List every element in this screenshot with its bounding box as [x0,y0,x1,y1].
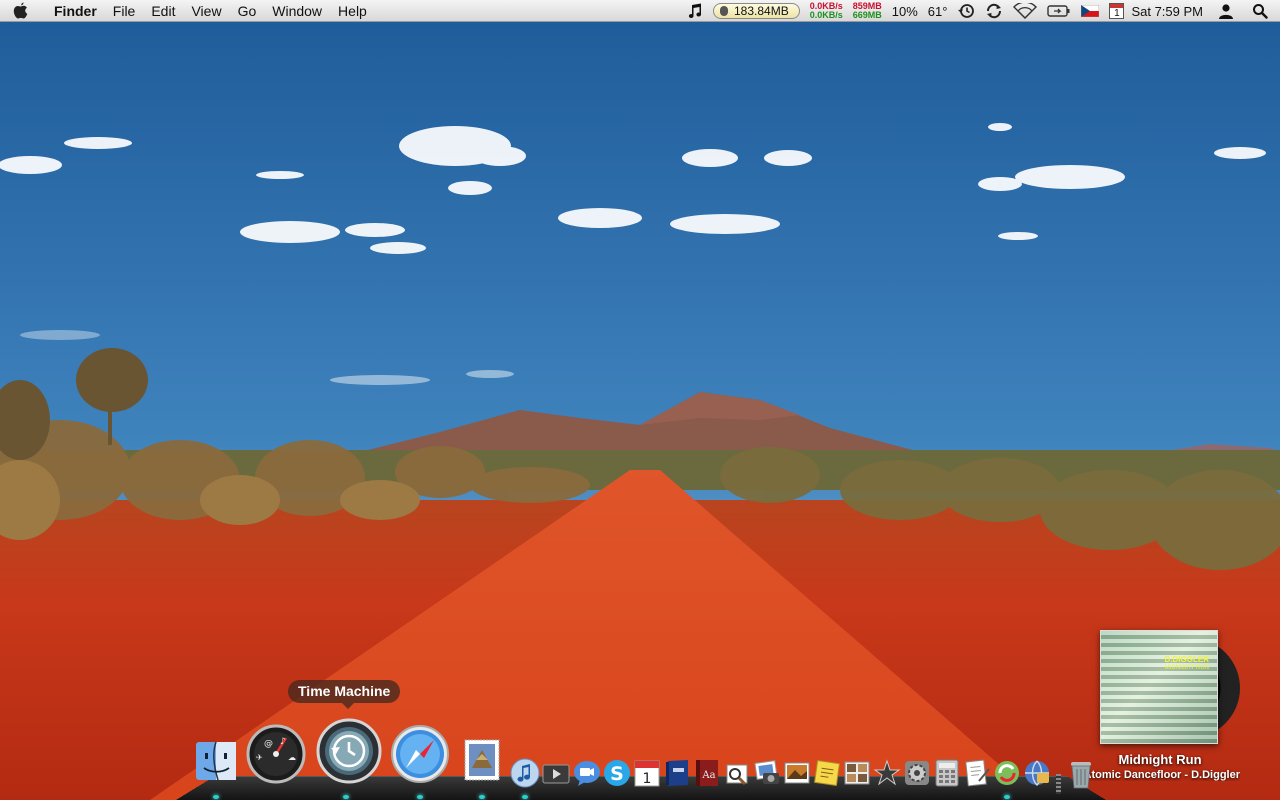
calendar-icon[interactable]: 1 [1104,0,1126,22]
running-indicator-finder [213,795,219,799]
mail-icon[interactable] [460,738,504,782]
network-icon[interactable] [1023,758,1051,788]
memory-usage-status[interactable]: 859MB 669MB [848,0,887,22]
finder-icon[interactable] [194,740,238,782]
mem-free: 669MB [852,10,882,20]
menu-edit[interactable]: Edit [143,0,183,22]
svg-text:✈: ✈ [256,753,263,762]
sync-icon[interactable] [993,758,1021,788]
menu-app-finder[interactable]: Finder [40,0,105,22]
apple-menu-icon[interactable] [0,0,40,22]
calendar-day: 1 [1114,8,1120,19]
image-capture-icon[interactable] [783,758,811,788]
dashboard-icon[interactable]: @ ♪ ✈ ☁ [246,724,306,784]
skype-icon[interactable]: S [603,758,631,788]
svg-text:@: @ [264,739,273,749]
menu-go[interactable]: Go [230,0,265,22]
ical-icon[interactable]: 1 [633,758,661,788]
svg-text:♪: ♪ [280,737,286,747]
memory-value: 183.84MB [734,4,789,18]
user-icon[interactable] [1208,0,1244,22]
svg-text:1: 1 [643,771,652,787]
input-language-flag-icon[interactable] [1076,0,1104,22]
track-artist: Atomic Dancefloor - D.Diggler [1083,769,1240,781]
ichat-icon[interactable] [572,758,602,788]
running-indicator-time-machine [343,795,349,799]
system-preferences-icon[interactable] [903,758,931,788]
safari-icon[interactable] [390,724,450,784]
spotlight-search-icon[interactable] [1244,0,1280,22]
running-indicator-mail [479,795,485,799]
memory-status[interactable]: 183.84MB [708,0,805,22]
running-indicator-itunes [522,795,528,799]
preview-icon[interactable] [723,758,751,788]
menu-window[interactable]: Window [264,0,330,22]
cover-artist: D.DIGGLER [1164,655,1209,664]
calculator-icon[interactable] [933,758,961,788]
imovie-icon[interactable] [873,758,901,788]
menu-file[interactable]: File [105,0,144,22]
svg-text:Aa: Aa [701,770,715,781]
temperature-status[interactable]: 61° [923,0,953,22]
net-download: 0.0KB/s [809,10,843,20]
svg-text:☁: ☁ [288,753,296,762]
clock[interactable]: Sat 7:59 PM [1126,0,1208,22]
cpu-status[interactable]: 10% [887,0,923,22]
iphoto-icon[interactable] [753,758,781,788]
cover-subtitle: MIDNIGHT RUN [1164,665,1209,671]
trash-icon[interactable] [1066,758,1096,790]
memory-indicator-icon [720,6,728,16]
dock-separator [1056,774,1061,794]
wifi-icon[interactable] [1008,0,1042,22]
front-row-icon[interactable] [541,760,571,788]
network-speed-status[interactable]: 0.0KB/s 0.0KB/s [805,0,848,22]
now-playing-widget[interactable]: D.DIGGLER MIDNIGHT RUN Midnight Run Atom… [1080,628,1280,788]
svg-text:S: S [610,763,624,785]
running-indicator-sync [1004,795,1010,799]
track-title: Midnight Run [1118,752,1202,767]
sync-menu-icon[interactable] [980,0,1008,22]
time-machine-menu-icon[interactable] [952,0,980,22]
address-book-icon[interactable] [663,758,691,788]
stickies-icon[interactable] [813,758,841,788]
menu-bar: Finder File Edit View Go Window Help 183… [0,0,1280,22]
photo-booth-icon[interactable] [843,758,871,788]
itunes-icon[interactable] [510,758,540,788]
menu-help[interactable]: Help [330,0,375,22]
album-cover[interactable]: D.DIGGLER MIDNIGHT RUN [1100,630,1218,744]
time-machine-icon[interactable] [316,718,382,784]
running-indicator-safari [417,795,423,799]
menu-view[interactable]: View [183,0,229,22]
battery-icon[interactable] [1042,0,1076,22]
music-note-icon[interactable] [682,0,708,22]
dock-tooltip: Time Machine [288,680,401,709]
dictionary-icon[interactable]: Aa [693,758,721,788]
textedit-icon[interactable] [963,758,991,788]
